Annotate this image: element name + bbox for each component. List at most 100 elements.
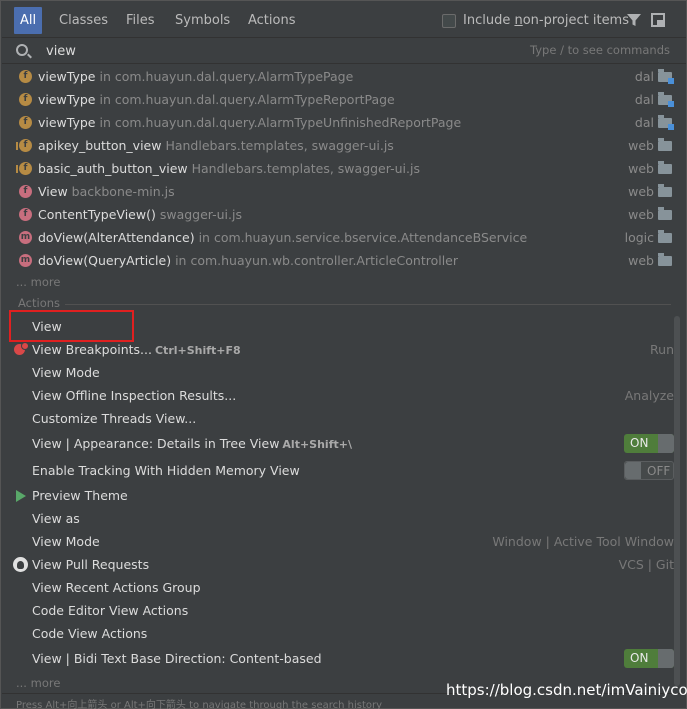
list-item[interactable]: f viewType in com.huayun.dal.query.Alarm… xyxy=(2,65,686,88)
github-icon xyxy=(13,557,28,572)
action-item[interactable]: View Pull Requests VCS | Git xyxy=(2,553,674,576)
action-group: Window | Active Tool Window xyxy=(492,534,674,549)
watermark: https://blog.csdn.net/imVainiycos xyxy=(446,681,687,699)
field-icon: f xyxy=(19,93,32,106)
scrollbar[interactable] xyxy=(674,316,680,686)
action-label: View | Appearance: Details in Tree View xyxy=(32,436,280,451)
list-item[interactable]: m doView(AlterAttendance) in com.huayun.… xyxy=(2,226,686,249)
include-non-project-checkbox[interactable] xyxy=(442,14,456,28)
toggle-switch[interactable]: OFF xyxy=(624,461,674,480)
section-title: Actions xyxy=(18,296,61,310)
module-folder-icon xyxy=(658,92,674,107)
result-module: web xyxy=(628,184,654,199)
action-label: View Breakpoints... xyxy=(32,342,152,357)
result-module: dal xyxy=(634,69,654,84)
tab-actions[interactable]: Actions xyxy=(242,7,302,34)
function-icon: f xyxy=(19,185,32,198)
module-folder-icon xyxy=(658,69,674,84)
action-label: Code Editor View Actions xyxy=(32,603,189,618)
result-name: viewType xyxy=(38,92,96,107)
tab-symbols[interactable]: Symbols xyxy=(169,7,236,34)
result-location: Handlebars.templates, swagger-ui.js xyxy=(165,138,394,153)
search-icon xyxy=(16,44,28,56)
search-everywhere-popup: All Classes Files Symbols Actions Includ… xyxy=(0,0,687,709)
tab-classes[interactable]: Classes xyxy=(53,7,114,34)
list-item[interactable]: f View backbone-min.js web xyxy=(2,180,686,203)
toggle-knob xyxy=(658,434,674,453)
result-module: web xyxy=(628,138,654,153)
toggle-label: ON xyxy=(630,436,649,450)
results-more-link[interactable]: ... more xyxy=(16,275,60,289)
action-label: View | Bidi Text Base Direction: Content… xyxy=(32,651,322,666)
module-folder-icon xyxy=(658,161,672,174)
action-item[interactable]: View Mode xyxy=(2,361,674,384)
list-item[interactable]: f apikey_button_view Handlebars.template… xyxy=(2,134,686,157)
field-icon: f xyxy=(19,70,32,83)
result-module: web xyxy=(628,207,654,222)
action-label: Enable Tracking With Hidden Memory View xyxy=(32,463,300,478)
result-name: View xyxy=(38,184,68,199)
result-module: dal xyxy=(634,115,654,130)
toggle-label: OFF xyxy=(647,464,671,478)
result-name: doView(QueryArticle) xyxy=(38,253,172,268)
action-item[interactable]: View Recent Actions Group xyxy=(2,576,674,599)
action-label: View Pull Requests xyxy=(32,557,150,572)
result-module: web xyxy=(628,253,654,268)
local-function-icon: f xyxy=(16,139,32,152)
list-item[interactable]: f ContentTypeView() swagger-ui.js web xyxy=(2,203,686,226)
result-name: viewType xyxy=(38,69,96,84)
toggle-knob xyxy=(658,649,674,668)
play-icon xyxy=(16,490,26,502)
action-label: Code View Actions xyxy=(32,626,148,641)
module-folder-icon xyxy=(658,184,672,197)
toggle-switch[interactable]: ON xyxy=(624,649,674,668)
list-item[interactable]: f basic_auth_button_view Handlebars.temp… xyxy=(2,157,686,180)
action-item[interactable]: View as xyxy=(2,507,674,530)
action-label: View Mode xyxy=(32,534,100,549)
action-group: Run xyxy=(650,342,674,357)
result-name: basic_auth_button_view xyxy=(38,161,188,176)
section-divider xyxy=(65,304,671,305)
action-item[interactable]: Enable Tracking With Hidden Memory View … xyxy=(2,459,674,482)
action-label: View Mode xyxy=(32,365,100,380)
action-item[interactable]: View Mode Window | Active Tool Window xyxy=(2,530,674,553)
include-non-project-label[interactable]: Include non-project items xyxy=(463,13,629,28)
actions-more-link[interactable]: ... more xyxy=(16,676,60,690)
module-folder-icon xyxy=(658,115,674,130)
result-name: apikey_button_view xyxy=(38,138,162,153)
open-in-tool-window-icon[interactable] xyxy=(651,13,665,27)
method-icon: m xyxy=(19,254,32,267)
list-item[interactable]: m doView(QueryArticle) in com.huayun.wb.… xyxy=(2,249,686,272)
module-folder-icon xyxy=(658,230,672,243)
result-module: logic xyxy=(624,230,654,245)
result-name: ContentTypeView() xyxy=(38,207,156,222)
tab-bar: All Classes Files Symbols Actions Includ… xyxy=(2,2,686,37)
filter-icon[interactable] xyxy=(626,12,642,28)
action-item[interactable]: View | Appearance: Details in Tree View A… xyxy=(2,432,674,455)
search-hint: Type / to see commands xyxy=(530,43,670,57)
result-location: Handlebars.templates, swagger-ui.js xyxy=(191,161,420,176)
action-label: View Recent Actions Group xyxy=(32,580,201,595)
action-item[interactable]: Customize Threads View... xyxy=(2,407,674,430)
action-group: VCS | Git xyxy=(618,557,674,572)
search-input[interactable] xyxy=(46,42,346,60)
result-location: in com.huayun.dal.query.AlarmTypeUnfinis… xyxy=(99,115,462,130)
result-location: backbone-min.js xyxy=(71,184,175,199)
action-item[interactable]: Preview Theme xyxy=(2,484,674,507)
tab-all[interactable]: All xyxy=(14,7,43,34)
action-item[interactable]: View | Bidi Text Base Direction: Content… xyxy=(2,647,674,670)
action-item[interactable]: Code Editor View Actions xyxy=(2,599,674,622)
list-item[interactable]: f viewType in com.huayun.dal.query.Alarm… xyxy=(2,111,686,134)
action-shortcut: Alt+Shift+\ xyxy=(282,438,352,451)
action-item[interactable]: Code View Actions xyxy=(2,622,674,645)
list-item[interactable]: f viewType in com.huayun.dal.query.Alarm… xyxy=(2,88,686,111)
results-list: f viewType in com.huayun.dal.query.Alarm… xyxy=(2,65,686,295)
tab-files[interactable]: Files xyxy=(120,7,161,34)
action-item[interactable]: View Offline Inspection Results... Analy… xyxy=(2,384,674,407)
field-icon: f xyxy=(19,116,32,129)
toggle-switch[interactable]: ON xyxy=(624,434,674,453)
module-folder-icon xyxy=(658,253,672,266)
search-row: Type / to see commands xyxy=(2,37,686,64)
local-function-icon: f xyxy=(16,162,32,175)
breakpoints-icon xyxy=(14,342,29,355)
